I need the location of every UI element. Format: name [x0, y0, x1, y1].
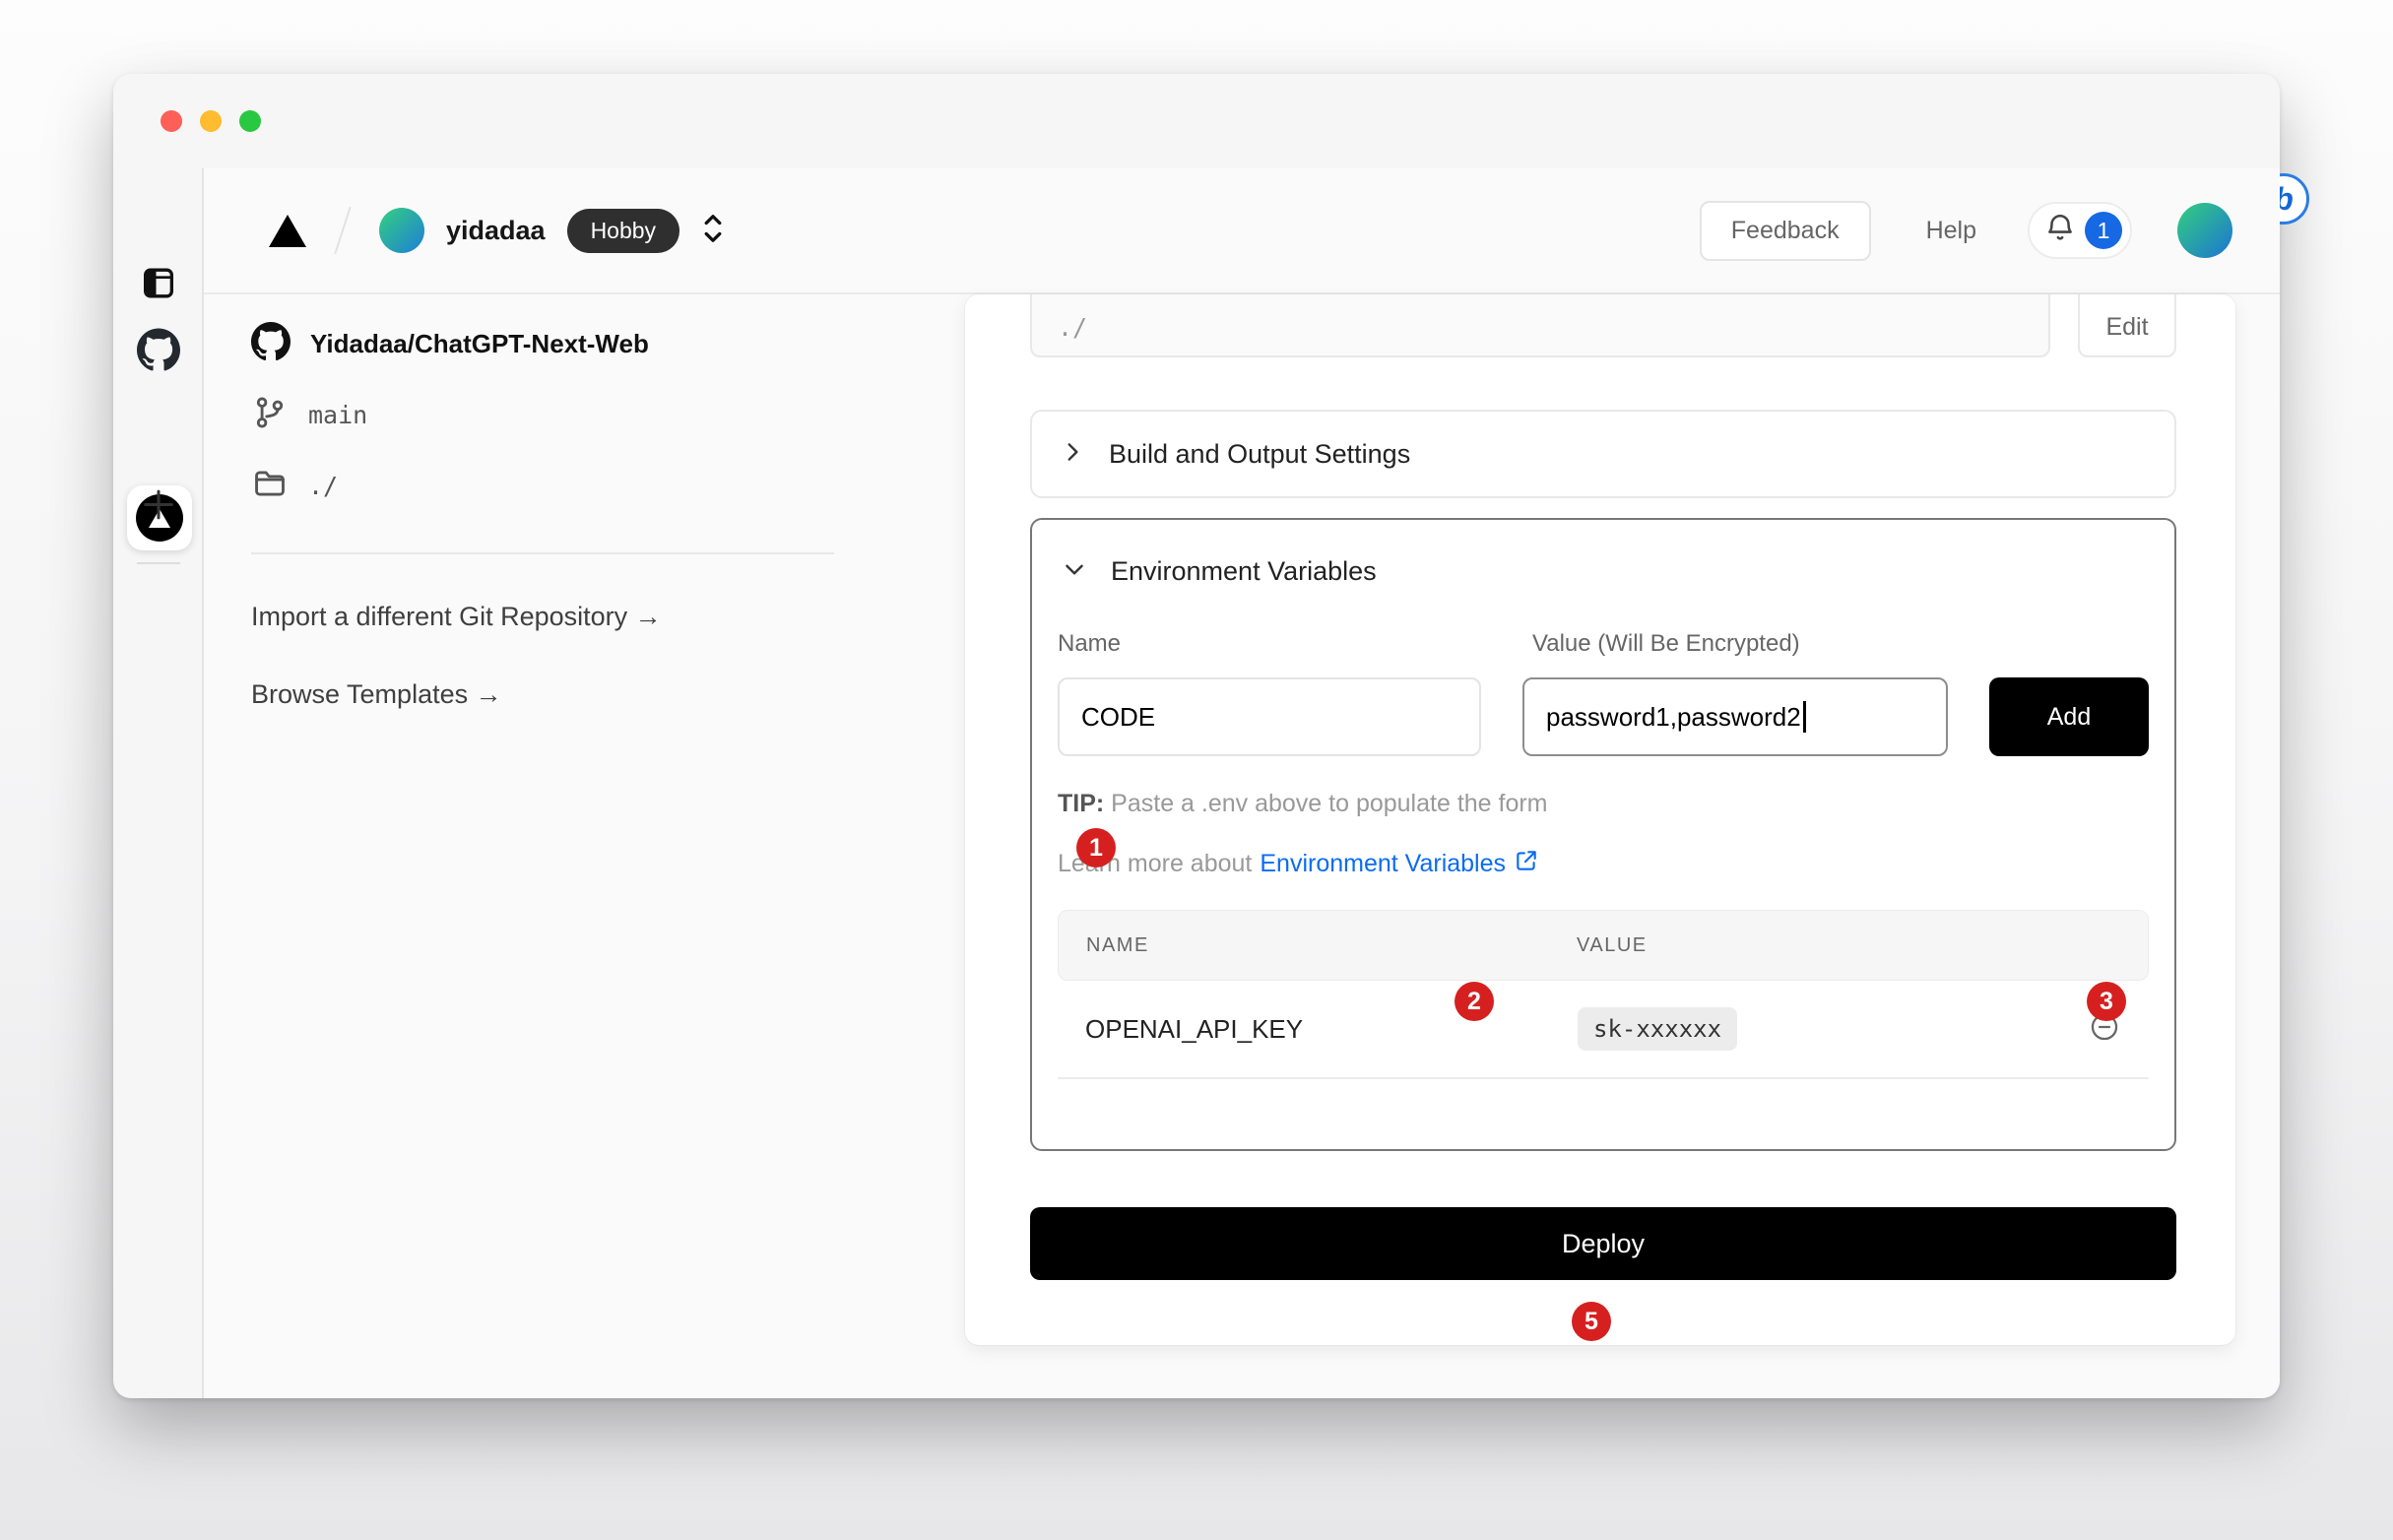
env-value-input[interactable]: password1,password2: [1522, 677, 1948, 756]
import-page: Yidadaa/ChatGPT-Next-Web main: [204, 294, 2280, 1398]
add-env-var-button[interactable]: Add: [1989, 677, 2149, 756]
scope-selector-icon[interactable]: [699, 210, 727, 252]
chevron-down-icon: [1062, 556, 1087, 587]
env-tip: TIP: Paste a .env above to populate the …: [1058, 790, 2149, 818]
notification-count-badge: 1: [2085, 212, 2122, 249]
external-link-icon: [1514, 848, 1539, 880]
repo-row: Yidadaa/ChatGPT-Next-Web: [251, 322, 862, 365]
deploy-button[interactable]: Deploy: [1030, 1207, 2176, 1280]
build-settings-title: Build and Output Settings: [1109, 439, 1410, 470]
bell-icon: [2043, 212, 2077, 250]
chevron-right-icon: [1060, 439, 1085, 470]
browse-templates-link[interactable]: Browse Templates →: [251, 679, 862, 710]
window-controls: [161, 110, 261, 132]
env-docs-link[interactable]: Environment Variables: [1260, 848, 1539, 880]
text-caret: [1803, 701, 1806, 733]
git-branch-icon: [251, 394, 289, 436]
feedback-button[interactable]: Feedback: [1700, 201, 1871, 261]
env-learn-more: Learn more about Environment Variables: [1058, 848, 2149, 880]
minimize-window-button[interactable]: [200, 110, 222, 132]
env-accordion-header[interactable]: Environment Variables: [1058, 551, 2149, 591]
left-divider: [251, 552, 834, 554]
vercel-header: yidadaa Hobby Feedback Help 1: [204, 168, 2280, 294]
env-name-input[interactable]: CODE: [1058, 677, 1481, 756]
env-name-value: CODE: [1081, 702, 1155, 733]
annotation-badge-2: 2: [1455, 982, 1494, 1021]
root-dir-value: ./: [308, 472, 338, 500]
env-table-name-header: NAME: [1086, 934, 1577, 957]
folder-icon: [251, 465, 289, 507]
notifications-button[interactable]: 1: [2028, 202, 2132, 259]
configure-project-card: ./ Edit Build and Output Settings Enviro…: [965, 294, 2235, 1345]
team-avatar: [379, 208, 424, 253]
account-avatar[interactable]: [2177, 203, 2232, 258]
tip-text: Paste a .env above to populate the form: [1104, 790, 1547, 817]
root-directory-input[interactable]: ./: [1030, 294, 2050, 357]
env-table-value-header: VALUE: [1577, 934, 1648, 957]
web-content: yidadaa Hobby Feedback Help 1: [204, 168, 2280, 1398]
edit-root-directory-button[interactable]: Edit: [2078, 294, 2176, 357]
repo-name: Yidadaa/ChatGPT-Next-Web: [310, 329, 649, 359]
branch-name: main: [308, 401, 367, 429]
help-link[interactable]: Help: [1926, 217, 1976, 245]
build-output-settings-accordion[interactable]: Build and Output Settings: [1030, 410, 2176, 498]
learn-link-text: Environment Variables: [1260, 850, 1506, 878]
plan-badge: Hobby: [567, 209, 679, 253]
breadcrumb-slash: [334, 207, 351, 254]
github-icon: [251, 322, 291, 366]
team-name: yidadaa: [446, 216, 546, 246]
tab-github-icon[interactable]: [137, 329, 180, 377]
env-name-label: Name: [1058, 630, 1532, 660]
repo-summary-column: Yidadaa/ChatGPT-Next-Web main: [251, 294, 862, 710]
annotation-badge-5: 5: [1572, 1302, 1611, 1341]
import-different-repo-link[interactable]: Import a different Git Repository →: [251, 602, 862, 632]
zoom-window-button[interactable]: [239, 110, 261, 132]
tabstrip-divider: [137, 562, 180, 564]
env-row-value: sk-xxxxxx: [1578, 1007, 1737, 1051]
browser-toolbar: [113, 74, 2280, 168]
tip-label: TIP:: [1058, 790, 1104, 817]
vertical-tab-strip: [113, 168, 204, 1398]
branch-row: main: [251, 393, 862, 436]
browser-window: https://vercel.c... 3 V M↓: [113, 74, 2280, 1398]
close-window-button[interactable]: [161, 110, 182, 132]
vercel-logo-icon[interactable]: [269, 215, 306, 247]
root-directory-row: ./ Edit: [1030, 294, 2176, 357]
new-tab-button[interactable]: [139, 485, 178, 530]
tab-panel-icon[interactable]: [139, 264, 178, 308]
root-dir-row: ./: [251, 464, 862, 507]
env-value-label: Value (Will Be Encrypted): [1532, 630, 1800, 660]
env-table-row: OPENAI_API_KEY sk-xxxxxx: [1058, 981, 2149, 1079]
env-title: Environment Variables: [1111, 556, 1377, 587]
environment-variables-panel: Environment Variables Name Value (Will B…: [1030, 518, 2176, 1151]
annotation-badge-3: 3: [2087, 982, 2126, 1021]
env-table-header: NAME VALUE: [1058, 910, 2149, 981]
env-value-value: password1,password2: [1546, 702, 1801, 733]
annotation-badge-1: 1: [1076, 828, 1116, 867]
